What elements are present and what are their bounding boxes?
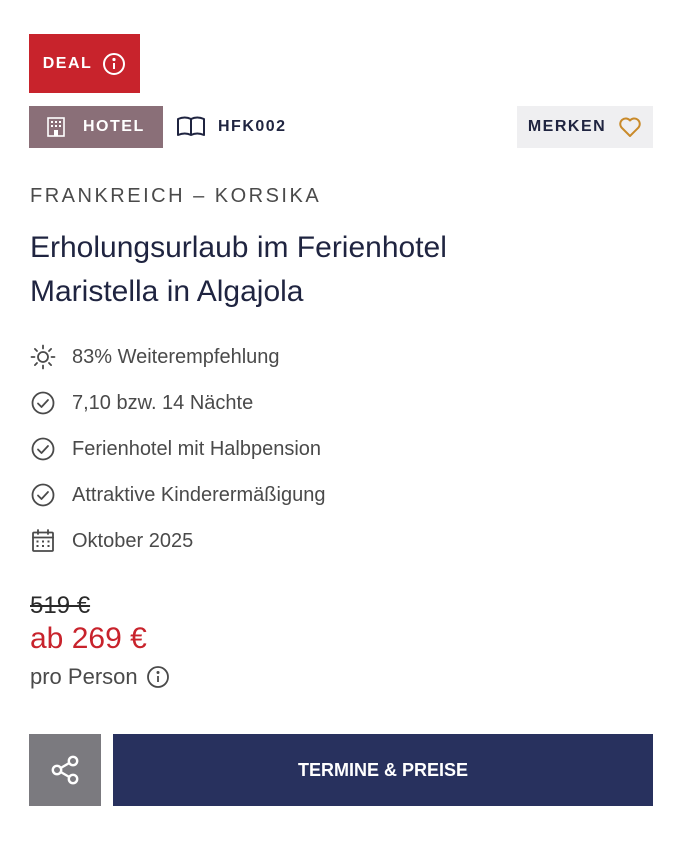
share-icon xyxy=(51,755,79,785)
sun-icon xyxy=(30,344,56,370)
check-circle-icon xyxy=(31,391,55,415)
offer-title: Erholungsurlaub im Ferienhotel Maristell… xyxy=(30,226,630,314)
check-circle-icon xyxy=(31,437,55,461)
old-price: 519 € xyxy=(30,592,91,619)
share-button[interactable] xyxy=(29,734,101,806)
feature-text: Attraktive Kinderermäßigung xyxy=(72,483,326,506)
calendar-icon xyxy=(32,529,54,552)
catalog-code-label: HFK002 xyxy=(218,118,287,135)
catalog-code: HFK002 xyxy=(176,106,287,148)
feature-item-board: Ferienhotel mit Halbpension xyxy=(30,426,325,472)
heart-icon xyxy=(619,117,641,137)
feature-text: Oktober 2025 xyxy=(72,529,194,552)
feature-text: Ferienhotel mit Halbpension xyxy=(72,437,322,460)
termine-preise-button[interactable]: TERMINE & PREISE xyxy=(113,734,653,806)
merken-label: MERKEN xyxy=(527,118,607,135)
feature-text: 7,10 bzw. 14 Nächte xyxy=(72,391,254,414)
deal-label: DEAL xyxy=(42,54,93,72)
feature-item-child-discount: Attraktive Kinderermäßigung xyxy=(30,472,325,518)
info-icon xyxy=(103,52,126,75)
feature-list: 83% Weiterempfehlung 7,10 bzw. 14 Nächte… xyxy=(30,334,325,564)
offer-title-line-1: Erholungsurlaub im Ferienhotel xyxy=(30,231,447,264)
new-price: ab 269 € xyxy=(30,622,147,655)
per-person-label: pro Person xyxy=(30,664,138,689)
hotel-tag: HOTEL xyxy=(29,106,163,148)
per-person-note[interactable]: pro Person xyxy=(30,664,170,690)
check-circle-icon xyxy=(31,483,55,507)
feature-item-date: Oktober 2025 xyxy=(30,518,325,564)
feature-text: 83% Weiterempfehlung xyxy=(72,345,280,368)
hotel-label: HOTEL xyxy=(83,118,145,135)
offer-title-line-2: Maristella in Algajola xyxy=(30,275,304,308)
feature-item-recommendation: 83% Weiterempfehlung xyxy=(30,334,325,380)
deal-badge[interactable]: DEAL xyxy=(29,34,140,93)
feature-item-nights: 7,10 bzw. 14 Nächte xyxy=(30,380,325,426)
region-label: FRANKREICH – KORSIKA xyxy=(30,185,322,207)
building-icon xyxy=(47,117,65,137)
merken-button[interactable]: MERKEN xyxy=(517,106,653,148)
book-icon xyxy=(177,116,205,136)
info-icon[interactable] xyxy=(146,665,170,689)
